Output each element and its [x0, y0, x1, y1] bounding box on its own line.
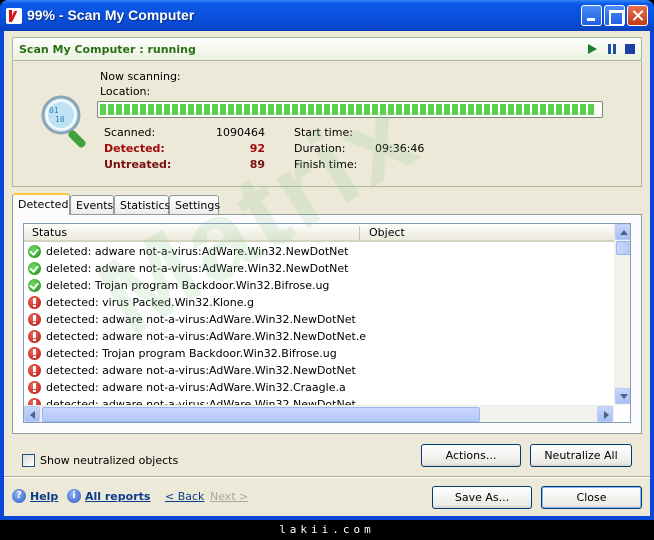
list-item-text: deleted: Trojan program Backdoor.Win32.B… — [46, 279, 330, 292]
detected-objects-list[interactable]: Status Object deleted: adware not-a-viru… — [23, 223, 631, 423]
exclamation-circle-icon — [28, 364, 41, 377]
task-header: Scan My Computer : running — [12, 37, 642, 61]
stop-icon[interactable] — [625, 44, 635, 54]
list-item-text: detected: virus Packed.Win32.Klone.g — [46, 296, 254, 309]
scroll-left-button[interactable] — [24, 406, 40, 422]
scroll-down-button[interactable] — [615, 388, 630, 404]
progress-fill — [100, 104, 595, 115]
vertical-scroll-thumb[interactable] — [616, 241, 630, 255]
list-item[interactable]: detected: Trojan program Backdoor.Win32.… — [24, 345, 614, 362]
scanned-value: 1090464 — [216, 126, 265, 139]
scan-progress-bar — [97, 101, 603, 118]
list-item-text: detected: adware not-a-virus:AdWare.Win3… — [46, 330, 367, 343]
list-item[interactable]: detected: adware not-a-virus:AdWare.Win3… — [24, 328, 614, 345]
list-item[interactable]: detected: adware not-a-virus:AdWare.Win3… — [24, 311, 614, 328]
list-item[interactable]: detected: adware not-a-virus:AdWare.Win3… — [24, 362, 614, 379]
detected-label: Detected: — [104, 142, 165, 155]
column-status[interactable]: Status — [32, 226, 67, 239]
tab-statistics[interactable]: Statistics — [114, 195, 170, 214]
neutralize-all-button[interactable]: Neutralize All — [530, 444, 632, 467]
list-item-text: deleted: adware not-a-virus:AdWare.Win32… — [46, 262, 349, 275]
list-item-text: detected: adware not-a-virus:AdWare.Win3… — [46, 364, 356, 377]
exclamation-circle-icon — [28, 330, 41, 343]
client-area: Scan My Computer : running 01 10 Now sca… — [4, 31, 650, 516]
magnifier-scan-icon: 01 10 — [41, 95, 86, 148]
info-icon[interactable]: i — [67, 489, 81, 503]
tab-events[interactable]: Events — [70, 195, 114, 214]
horizontal-scrollbar[interactable] — [24, 405, 614, 422]
play-icon[interactable] — [588, 44, 597, 54]
now-scanning-label: Now scanning: — [100, 70, 181, 83]
scroll-up-button[interactable] — [615, 224, 630, 240]
list-rows: deleted: adware not-a-virus:AdWare.Win32… — [24, 243, 614, 413]
minimize-button[interactable] — [581, 5, 602, 26]
svg-text:10: 10 — [55, 115, 65, 124]
kaspersky-logo-icon — [6, 8, 22, 24]
footer-divider — [4, 476, 650, 478]
untreated-value: 89 — [249, 158, 265, 171]
svg-text:01: 01 — [49, 106, 59, 115]
show-neutralized-label[interactable]: Show neutralized objects — [40, 454, 178, 467]
location-label: Location: — [100, 85, 151, 98]
tab-detected[interactable]: Detected — [12, 193, 70, 215]
list-item-text: detected: adware not-a-virus:AdWare.Win3… — [46, 381, 346, 394]
back-link[interactable]: < Back — [165, 490, 204, 503]
horizontal-scroll-thumb[interactable] — [42, 407, 480, 422]
next-link: Next > — [210, 490, 249, 503]
list-item[interactable]: deleted: Trojan program Backdoor.Win32.B… — [24, 277, 614, 294]
exclamation-circle-icon — [28, 313, 41, 326]
check-circle-icon — [28, 279, 41, 292]
scan-panel: 01 10 Now scanning: Location: Scanned: 1… — [12, 61, 642, 187]
window-title: 99% - Scan My Computer — [27, 7, 195, 23]
maximize-button[interactable] — [604, 5, 625, 26]
window-close-button[interactable] — [627, 5, 648, 26]
finish-time-label: Finish time: — [294, 158, 358, 171]
exclamation-circle-icon — [28, 381, 41, 394]
check-circle-icon — [28, 245, 41, 258]
list-item-text: detected: adware not-a-virus:AdWare.Win3… — [46, 313, 356, 326]
untreated-label: Untreated: — [104, 158, 172, 171]
actions-button[interactable]: Actions... — [421, 444, 521, 467]
start-time-label: Start time: — [294, 126, 353, 139]
tab-settings[interactable]: Settings — [169, 195, 220, 214]
detected-value: 92 — [249, 142, 265, 155]
list-item-text: detected: Trojan program Backdoor.Win32.… — [46, 347, 337, 360]
list-item-text: deleted: adware not-a-virus:AdWare.Win32… — [46, 245, 349, 258]
app-window: 99% - Scan My Computer Scan My Computer … — [0, 0, 654, 520]
all-reports-link[interactable]: All reports — [85, 490, 150, 503]
help-icon[interactable]: ? — [12, 489, 26, 503]
duration-value: 09:36:46 — [375, 142, 425, 155]
close-button[interactable]: Close — [541, 486, 642, 509]
save-as-button[interactable]: Save As... — [432, 486, 532, 509]
site-footer: lakii.com — [0, 520, 654, 540]
list-item[interactable]: deleted: adware not-a-virus:AdWare.Win32… — [24, 260, 614, 277]
check-circle-icon — [28, 262, 41, 275]
task-status-title: Scan My Computer : running — [19, 43, 196, 56]
list-item[interactable]: detected: virus Packed.Win32.Klone.g — [24, 294, 614, 311]
duration-label: Duration: — [294, 142, 346, 155]
exclamation-circle-icon — [28, 347, 41, 360]
column-divider[interactable] — [359, 226, 360, 240]
help-link[interactable]: Help — [30, 490, 58, 503]
scanned-label: Scanned: — [104, 126, 156, 139]
column-object[interactable]: Object — [369, 226, 405, 239]
vertical-scrollbar[interactable] — [614, 224, 630, 405]
pause-icon[interactable] — [607, 44, 617, 54]
exclamation-circle-icon — [28, 296, 41, 309]
show-neutralized-checkbox[interactable] — [22, 454, 35, 467]
list-item[interactable]: detected: adware not-a-virus:AdWare.Win3… — [24, 379, 614, 396]
title-bar[interactable]: 99% - Scan My Computer — [0, 0, 654, 31]
detected-tab-panel: Status Object deleted: adware not-a-viru… — [12, 214, 642, 434]
scroll-right-button[interactable] — [597, 406, 613, 422]
list-header: Status Object — [24, 224, 614, 242]
list-item[interactable]: deleted: adware not-a-virus:AdWare.Win32… — [24, 243, 614, 260]
